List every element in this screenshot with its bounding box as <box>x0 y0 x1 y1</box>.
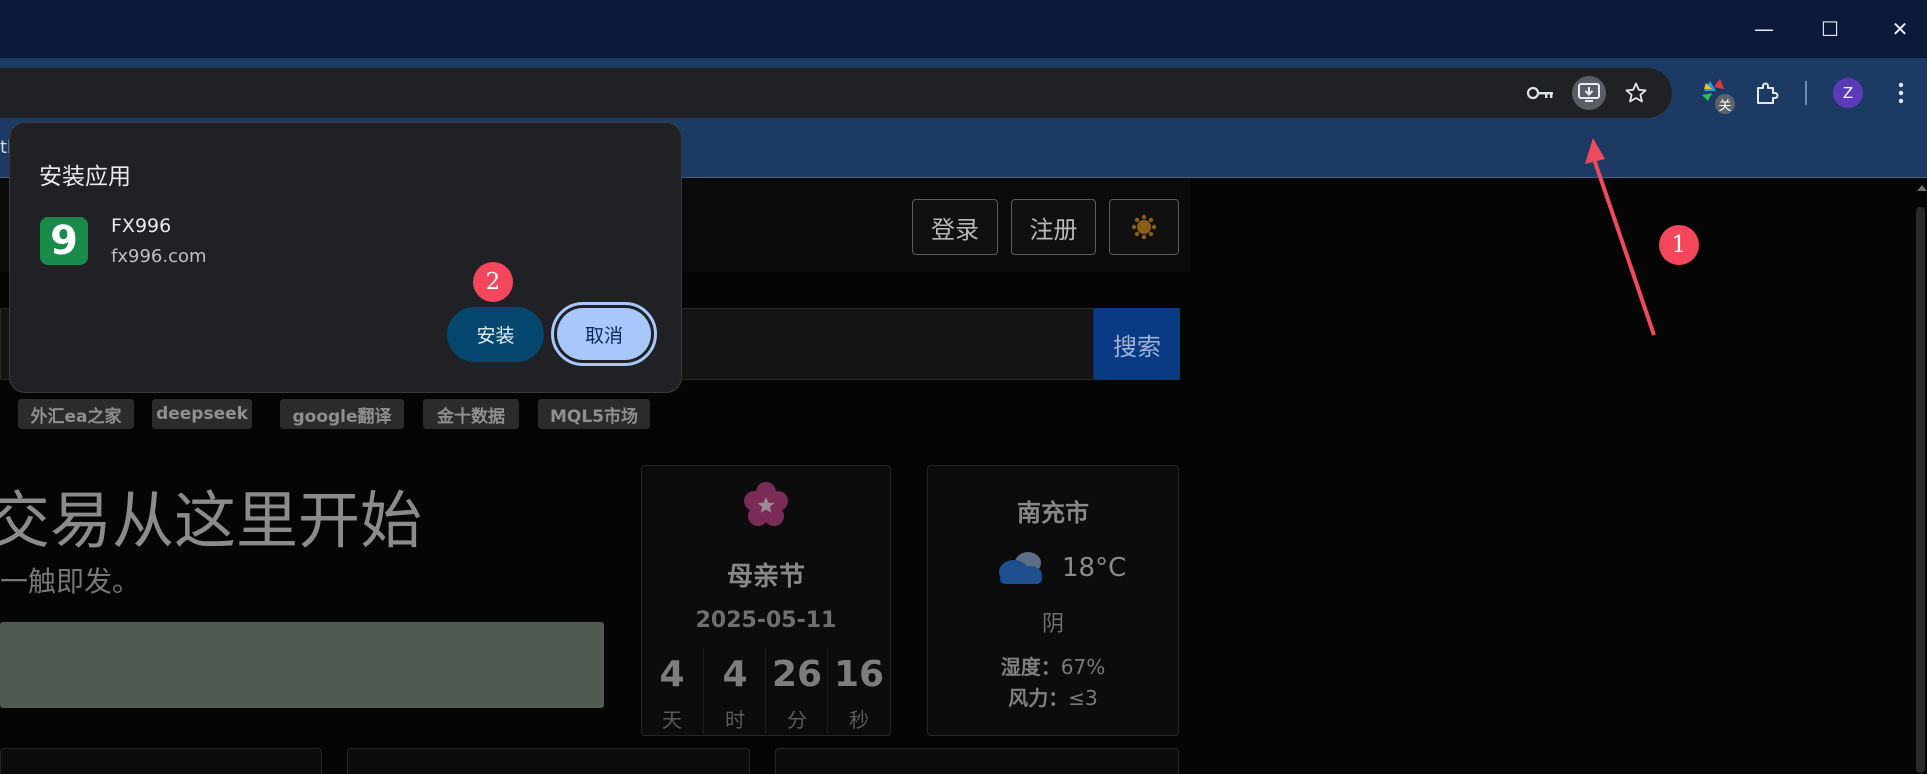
minimize-button[interactable]: — <box>1744 10 1784 48</box>
cancel-button[interactable]: 取消 <box>551 302 657 366</box>
countdown-unit: 天 <box>662 708 682 732</box>
countdown-days: 4 天 <box>641 648 703 734</box>
title-bar <box>0 0 1927 58</box>
weather-city: 南充市 <box>1017 499 1089 527</box>
flower-icon <box>741 480 791 534</box>
password-key-icon[interactable] <box>1524 76 1558 110</box>
quick-link-tag[interactable]: 外汇ea之家 <box>18 399 134 429</box>
hero-subtitle: 一触即发。 <box>0 565 141 598</box>
holiday-name: 母亲节 <box>726 562 805 592</box>
dialog-title: 安装应用 <box>39 164 131 190</box>
page-scrollbar[interactable] <box>1913 179 1927 774</box>
bottom-card <box>775 748 1179 774</box>
register-button[interactable]: 注册 <box>1011 199 1096 255</box>
app-name: FX996 <box>111 215 172 237</box>
extensions-puzzle-icon[interactable] <box>1748 74 1786 112</box>
weather-wind: 风力：≤3 <box>927 682 1179 711</box>
countdown-minutes: 26 分 <box>765 648 827 734</box>
wind-label: 风力： <box>1008 686 1069 710</box>
translate-extension-icon[interactable]: 关 <box>1697 74 1735 114</box>
countdown-unit: 秒 <box>849 708 869 732</box>
theme-toggle-button[interactable] <box>1109 199 1179 255</box>
weather-condition: 阴 <box>1041 612 1064 637</box>
humidity-value: 67% <box>1060 655 1106 679</box>
bookmark-star-icon[interactable] <box>1619 76 1653 110</box>
annotation-badge-2: 2 <box>473 262 513 302</box>
maximize-button[interactable]: ☐ <box>1810 10 1850 48</box>
install-button[interactable]: 安装 <box>447 307 544 362</box>
bottom-card <box>0 748 322 774</box>
hero-title: 交易从这里开始 <box>0 484 423 557</box>
countdown-value: 16 <box>833 654 885 695</box>
search-button[interactable]: 搜索 <box>1094 308 1180 380</box>
countdown-unit: 时 <box>725 708 745 732</box>
countdown-hours: 4 时 <box>703 648 765 734</box>
install-app-icon[interactable] <box>1572 76 1606 110</box>
sun-icon <box>1131 214 1157 240</box>
annotation-badge-1: 1 <box>1659 225 1699 265</box>
cloud-icon <box>990 546 1048 592</box>
countdown-seconds: 16 秒 <box>827 648 889 734</box>
hero-action-bar[interactable] <box>0 622 604 708</box>
extension-badge: 关 <box>1715 94 1735 114</box>
toolbar-divider <box>1805 81 1807 105</box>
quick-link-tag[interactable]: 金十数据 <box>423 399 519 429</box>
countdown-value: 26 <box>771 654 823 695</box>
close-window-button[interactable]: ✕ <box>1880 10 1920 48</box>
cancel-button-label: 取消 <box>557 308 651 360</box>
menu-kebab-icon[interactable] <box>1882 74 1920 112</box>
countdown-value: 4 <box>659 654 685 695</box>
holiday-date: 2025-05-11 <box>695 608 837 633</box>
weather-temperature: 18°C <box>1062 553 1127 583</box>
annotation-arrow <box>1585 138 1656 336</box>
login-button[interactable]: 登录 <box>912 199 998 255</box>
bottom-card <box>347 748 750 774</box>
humidity-label: 湿度： <box>1000 655 1061 679</box>
countdown-value: 4 <box>722 654 748 695</box>
quick-link-tag[interactable]: deepseek <box>152 399 252 429</box>
countdown-unit: 分 <box>787 708 807 732</box>
address-bar[interactable] <box>0 68 1672 118</box>
app-logo-icon: 9 <box>40 217 88 265</box>
app-origin: fx996.com <box>111 246 207 267</box>
quick-link-tag[interactable]: google翻译 <box>280 399 404 429</box>
profile-avatar[interactable]: Z <box>1833 78 1863 108</box>
weather-humidity: 湿度：67% <box>927 651 1179 680</box>
quick-link-tag[interactable]: MQL5市场 <box>538 399 650 429</box>
wind-value: ≤3 <box>1068 686 1098 710</box>
